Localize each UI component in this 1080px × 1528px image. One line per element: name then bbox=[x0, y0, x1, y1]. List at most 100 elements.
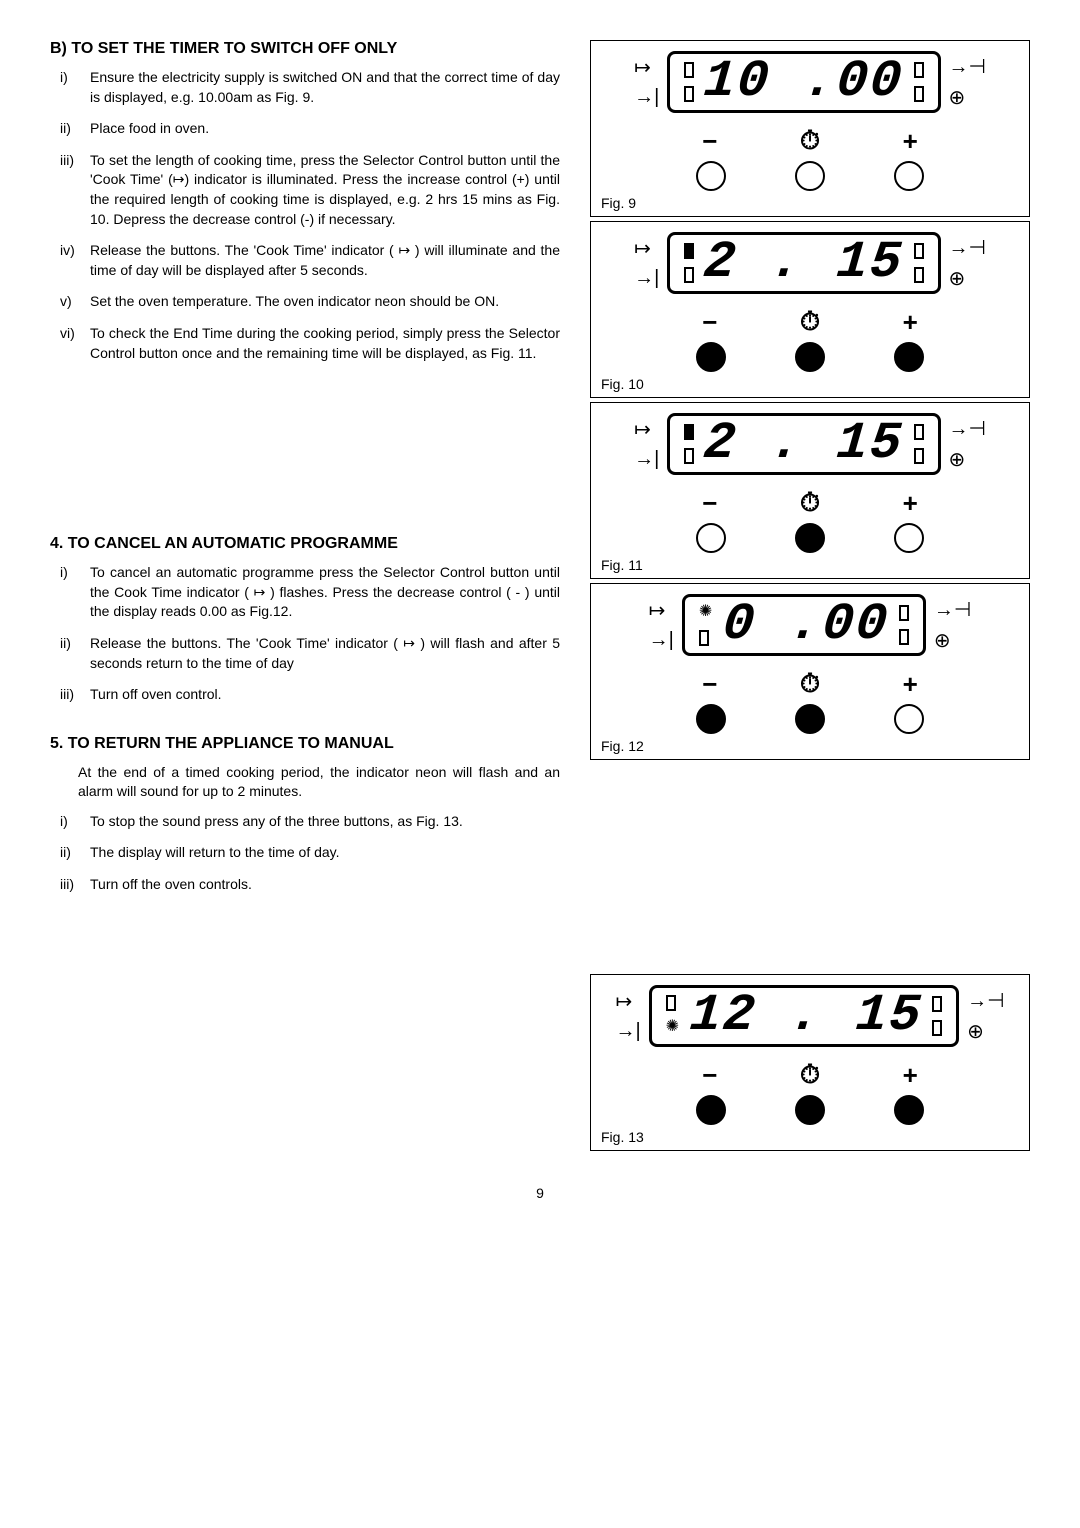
indicator bbox=[914, 243, 924, 259]
indicator bbox=[684, 267, 694, 283]
roman: iii) bbox=[60, 685, 74, 705]
fig-9: ↦ →| 10 .00 →⊣ ⊕ − ⏱ + bbox=[590, 40, 1030, 217]
indicator-on bbox=[684, 243, 694, 259]
lcd-display: 12 . 15 bbox=[687, 990, 924, 1042]
section-5-list: i) To stop the sound press any of the thr… bbox=[50, 812, 560, 895]
roman: iv) bbox=[60, 241, 75, 261]
item-text: Ensure the electricity supply is switche… bbox=[90, 69, 560, 105]
button-circle bbox=[894, 523, 924, 553]
indicator bbox=[684, 448, 694, 464]
item-text: Turn off the oven controls. bbox=[90, 876, 252, 892]
button-circle bbox=[696, 704, 726, 734]
plus-label: + bbox=[903, 126, 918, 157]
fig-label: Fig. 12 bbox=[601, 738, 1019, 754]
timer-clock-icon: ⊕ bbox=[949, 266, 986, 291]
cook-time-icon: ↦ bbox=[634, 55, 659, 80]
lcd-display: 2 . 15 bbox=[702, 418, 906, 470]
indicator bbox=[914, 267, 924, 283]
indicator bbox=[684, 86, 694, 102]
indicator bbox=[899, 629, 909, 645]
lcd-display: 2 . 15 bbox=[702, 237, 906, 289]
section-5-heading: 5. TO RETURN THE APPLIANCE TO MANUAL bbox=[50, 735, 560, 753]
indicator bbox=[699, 630, 709, 646]
button-circle bbox=[795, 161, 825, 191]
timer-clock-icon: ⊕ bbox=[949, 85, 986, 110]
button-circle bbox=[696, 523, 726, 553]
button-circle bbox=[696, 161, 726, 191]
item-text: To stop the sound press any of the three… bbox=[90, 813, 463, 829]
button-circle bbox=[696, 1095, 726, 1125]
section-5-intro: At the end of a timed cooking period, th… bbox=[50, 763, 560, 802]
fig-12: ↦ →| ✺ 0 .00 →⊣ ⊕ − ⏱ + Fig. 12 bbox=[590, 583, 1030, 760]
end-time-icon: →⊣ bbox=[934, 597, 971, 622]
item-text: Set the oven temperature. The oven indic… bbox=[90, 293, 499, 309]
timer-clock-icon: ⊕ bbox=[967, 1019, 1004, 1044]
button-circle bbox=[795, 342, 825, 372]
button-circle bbox=[894, 342, 924, 372]
end-time-icon: →⊣ bbox=[949, 54, 986, 79]
indicator bbox=[932, 996, 942, 1012]
timer-clock-icon: ⊕ bbox=[934, 628, 971, 653]
button-circle bbox=[795, 523, 825, 553]
section-4-heading: 4. TO CANCEL AN AUTOMATIC PROGRAMME bbox=[50, 535, 560, 553]
left-icons: ↦ →| bbox=[634, 55, 659, 109]
minus-label: − bbox=[702, 126, 717, 157]
fig-10: ↦→| 2 . 15 →⊣⊕ − ⏱ + Fig. 10 bbox=[590, 221, 1030, 398]
section-4-list: i)To cancel an automatic programme press… bbox=[50, 563, 560, 705]
item-text: The display will return to the time of d… bbox=[90, 844, 340, 860]
minus-label: − bbox=[702, 488, 717, 519]
roman: iii) bbox=[60, 875, 74, 895]
section-b-list: i) Ensure the electricity supply is switc… bbox=[50, 68, 560, 363]
roman: v) bbox=[60, 292, 72, 312]
indicator bbox=[914, 86, 924, 102]
fig-label: Fig. 13 bbox=[601, 1129, 1019, 1145]
cook-time-icon: ↦ bbox=[634, 236, 659, 261]
button-circle bbox=[795, 1095, 825, 1125]
cook-time-icon: ↦ bbox=[615, 989, 640, 1014]
arrow-in-icon: →| bbox=[634, 86, 659, 109]
plus-label: + bbox=[903, 307, 918, 338]
end-time-icon: →⊣ bbox=[949, 235, 986, 260]
indicator-on bbox=[684, 424, 694, 440]
timer-clock-icon: ⊕ bbox=[949, 447, 986, 472]
plus-label: + bbox=[903, 1060, 918, 1091]
button-circle bbox=[894, 704, 924, 734]
end-time-icon: →⊣ bbox=[967, 988, 1004, 1013]
roman: ii) bbox=[60, 634, 71, 654]
cook-time-icon: ↦ bbox=[634, 417, 659, 442]
indicator bbox=[914, 62, 924, 78]
roman: i) bbox=[60, 68, 68, 88]
section-b-heading: B) TO SET THE TIMER TO SWITCH OFF ONLY bbox=[50, 40, 560, 58]
indicator bbox=[932, 1020, 942, 1036]
end-time-icon: →⊣ bbox=[949, 416, 986, 441]
fig-label: Fig. 9 bbox=[601, 195, 1019, 211]
clock-label: ⏱ bbox=[800, 487, 820, 519]
lcd-display: 0 .00 bbox=[721, 599, 892, 651]
roman: i) bbox=[60, 812, 68, 832]
plus-label: + bbox=[903, 669, 918, 700]
roman: ii) bbox=[60, 843, 71, 863]
fig-11: ↦→| 2 . 15 →⊣⊕ − ⏱ + Fig. 11 bbox=[590, 402, 1030, 579]
right-icons: →⊣ ⊕ bbox=[949, 54, 986, 110]
button-circle bbox=[894, 161, 924, 191]
indicator bbox=[899, 605, 909, 621]
indicator-flash: ✺ bbox=[666, 1019, 680, 1037]
button-circle bbox=[894, 1095, 924, 1125]
roman: i) bbox=[60, 563, 68, 583]
button-circle bbox=[795, 704, 825, 734]
fig-label: Fig. 10 bbox=[601, 376, 1019, 392]
minus-label: − bbox=[702, 669, 717, 700]
item-text: To set the length of cooking time, press… bbox=[90, 152, 560, 227]
clock-label: ⏱ bbox=[800, 1059, 820, 1091]
clock-label: ⏱ bbox=[800, 668, 820, 700]
indicator bbox=[684, 62, 694, 78]
indicator bbox=[666, 995, 676, 1011]
roman: iii) bbox=[60, 151, 74, 171]
fig-label: Fig. 11 bbox=[601, 557, 1019, 573]
clock-label: ⏱ bbox=[800, 306, 820, 338]
indicator-flash: ✺ bbox=[699, 604, 713, 622]
arrow-in-icon: →| bbox=[649, 629, 674, 652]
indicator bbox=[914, 424, 924, 440]
cook-time-icon: ↦ bbox=[649, 598, 674, 623]
minus-label: − bbox=[702, 1060, 717, 1091]
